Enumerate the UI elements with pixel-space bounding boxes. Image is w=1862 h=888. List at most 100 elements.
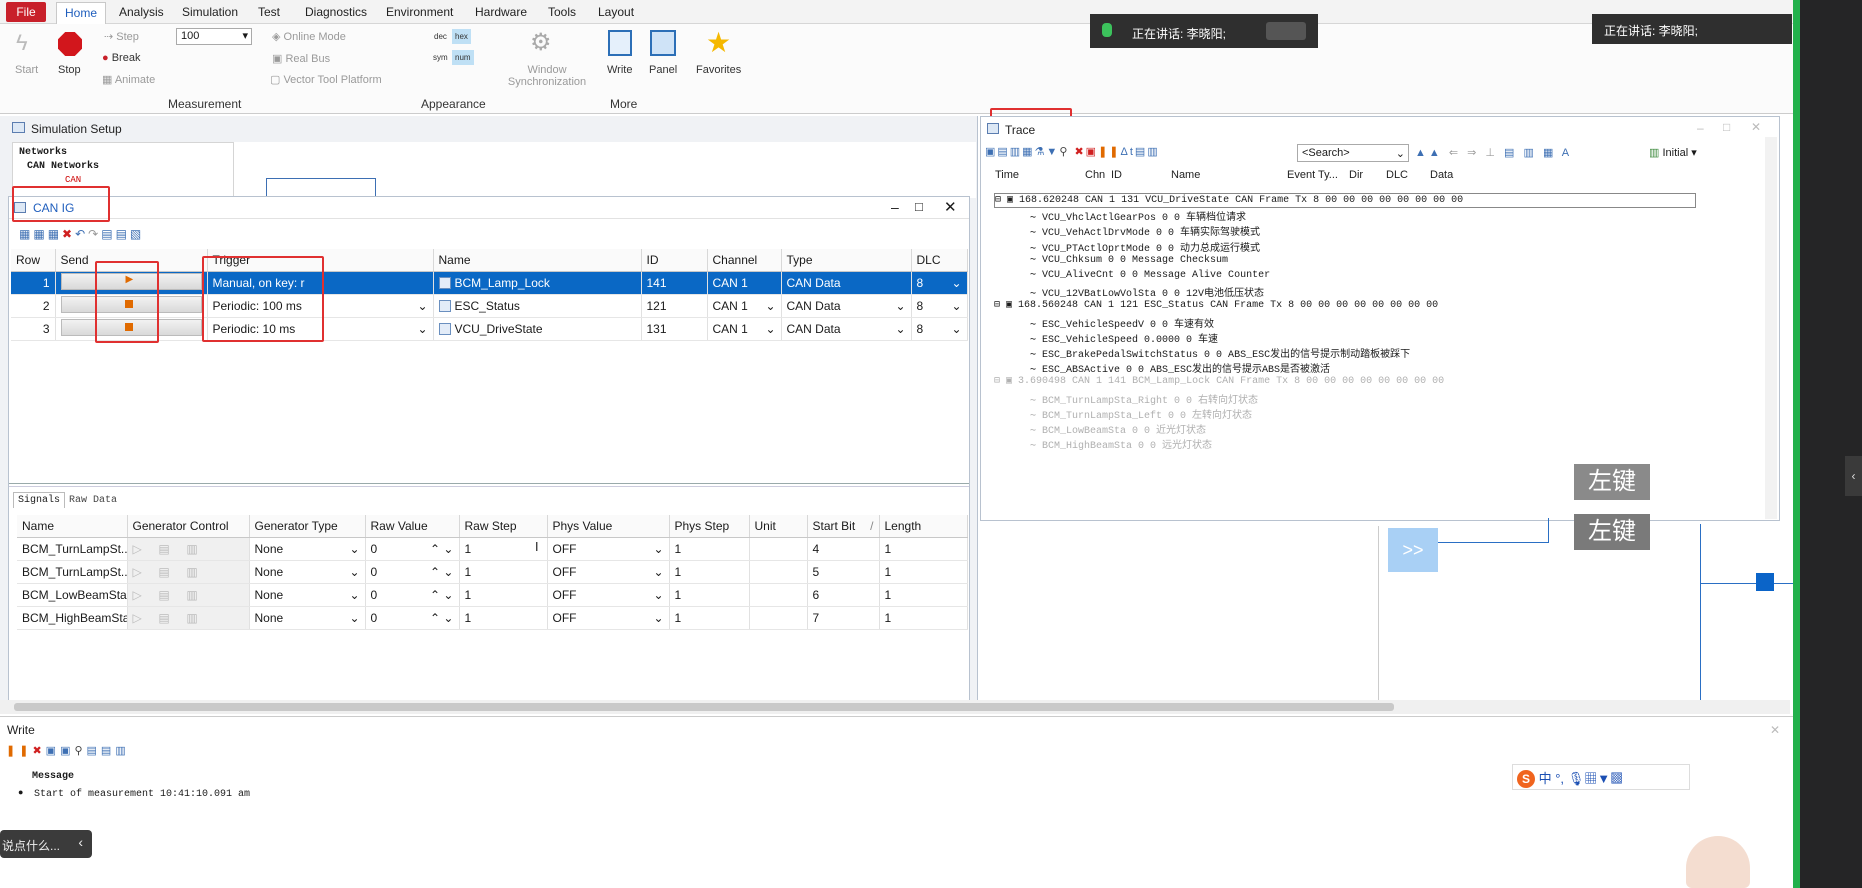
add-frame-icon[interactable]: ▦: [19, 227, 33, 241]
stop-button[interactable]: Stop: [58, 64, 81, 76]
real-bus-button[interactable]: ▣ Real Bus: [272, 52, 330, 65]
add-sequence-icon[interactable]: ▦: [33, 227, 47, 241]
table-row[interactable]: BCM_TurnLampSt... ▷ ▤ ▥ None ⌄ 0 ⌃ ⌄ 1 OFF…: [17, 560, 968, 584]
dlc-cell[interactable]: 8 ⌄: [911, 294, 968, 318]
dlc-cell[interactable]: 8 ⌄: [911, 317, 968, 341]
generator-type[interactable]: None ⌄: [249, 537, 366, 561]
minimize-icon[interactable]: –: [1697, 121, 1704, 135]
col-start-bit[interactable]: Start Bit /: [807, 515, 880, 538]
tab-simulation[interactable]: Simulation: [182, 5, 238, 19]
vector-tool-platform-button[interactable]: ▢ Vector Tool Platform: [270, 73, 382, 86]
col-time[interactable]: Time: [995, 169, 1019, 181]
raw-step[interactable]: 1: [459, 560, 548, 584]
layout-select[interactable]: ▥ Initial ▾: [1649, 146, 1697, 159]
scroll-thumb[interactable]: [14, 703, 1394, 711]
delete-icon[interactable]: ✖: [62, 227, 75, 241]
tab-signals[interactable]: Signals: [13, 492, 66, 508]
tab-tools[interactable]: Tools: [548, 5, 576, 19]
dlc-cell[interactable]: 8 ⌄: [911, 271, 968, 295]
find-icon[interactable]: ⚲: [1059, 146, 1069, 158]
id-cell[interactable]: 131: [641, 317, 708, 341]
horizontal-scrollbar[interactable]: [0, 700, 1790, 714]
trace-signal-row[interactable]: ∼ VCU_PTActlOprtMode 0 0 动力总成运行模式: [1030, 239, 1260, 255]
trace-signal-row[interactable]: ∼ BCM_LowBeamSta 0 0 近光灯状态: [1030, 421, 1206, 437]
start-button[interactable]: Start: [15, 64, 38, 76]
insert-icon[interactable]: ▦: [48, 227, 62, 241]
maximize-icon[interactable]: □: [1723, 120, 1730, 134]
tab-diagnostics[interactable]: Diagnostics: [305, 5, 367, 19]
message-column-header[interactable]: Message: [32, 771, 74, 782]
minimize-icon[interactable]: –: [891, 199, 899, 215]
col-dlc[interactable]: DLC: [911, 249, 968, 272]
tree-can[interactable]: CAN: [65, 175, 81, 185]
microphone-icon[interactable]: 🎙: [1568, 771, 1585, 786]
delete-icon[interactable]: ▣: [60, 745, 74, 757]
col-raw-step[interactable]: Raw Step: [459, 515, 548, 538]
options-icon[interactable]: ▧: [130, 227, 144, 241]
trace-signal-row[interactable]: ∼ BCM_HighBeamSta 0 0 远光灯状态: [1030, 436, 1212, 452]
raw-step[interactable]: 1: [459, 537, 548, 561]
bus-node[interactable]: [266, 178, 376, 198]
expand-button[interactable]: >>: [1388, 528, 1438, 572]
copy-icon[interactable]: ▤▤: [87, 745, 116, 757]
generator-type[interactable]: None ⌄: [249, 606, 366, 630]
type-cell[interactable]: CAN Data ⌄: [781, 294, 912, 318]
tab-layout[interactable]: Layout: [598, 5, 634, 19]
phys-value[interactable]: OFF ⌄: [547, 560, 670, 584]
col-dlc[interactable]: DLC: [1386, 169, 1408, 181]
trace-signal-row[interactable]: ∼ ESC_VehicleSpeedV 0 0 车速有效: [1030, 315, 1214, 331]
step-button[interactable]: ⇢ Step: [104, 30, 139, 43]
tab-file[interactable]: File: [6, 2, 46, 22]
col-data[interactable]: Data: [1430, 169, 1453, 181]
tab-raw-data[interactable]: Raw Data: [65, 493, 121, 508]
col-phys-value[interactable]: Phys Value: [547, 515, 670, 538]
view-icon[interactable]: ▤▥: [1135, 146, 1160, 158]
animate-button[interactable]: ▦ Animate: [102, 73, 155, 86]
clear-all-icon[interactable]: ▣: [46, 745, 60, 757]
ime-mode[interactable]: 中 °,: [1539, 771, 1564, 786]
clear-icon[interactable]: ✖: [32, 745, 45, 757]
tree-can-networks[interactable]: CAN Networks: [27, 161, 99, 172]
splitter[interactable]: [9, 483, 969, 487]
trace-search-input[interactable]: <Search> ⌄: [1297, 144, 1409, 162]
write-button[interactable]: Write: [607, 64, 632, 76]
speed-select[interactable]: 100 ▾: [176, 28, 252, 45]
pause-icon[interactable]: ❚❚: [6, 745, 32, 757]
settings-icon[interactable]: ▥: [115, 745, 129, 757]
col-generator-type[interactable]: Generator Type: [249, 515, 366, 538]
hex-button[interactable]: hex: [452, 29, 471, 44]
col-phys-step[interactable]: Phys Step: [669, 515, 750, 538]
delta-time-icon[interactable]: Δt: [1121, 146, 1135, 158]
table-row[interactable]: BCM_HighBeamSta ▷ ▤ ▥ None ⌄ 0 ⌃ ⌄ 1 OFF ⌄ …: [17, 606, 968, 630]
break-button[interactable]: ● Break: [102, 52, 140, 64]
trace-signal-row[interactable]: ∼ ESC_VehicleSpeed 0.0000 0 车速: [1030, 330, 1218, 346]
col-raw-value[interactable]: Raw Value: [365, 515, 460, 538]
col-sig-name[interactable]: Name: [17, 515, 128, 538]
col-name[interactable]: Name: [1171, 169, 1200, 181]
id-cell[interactable]: 141: [641, 271, 708, 295]
tab-environment[interactable]: Environment: [386, 5, 453, 19]
spin-icon[interactable]: ⌃ ⌄: [430, 611, 453, 625]
col-name[interactable]: Name: [433, 249, 642, 272]
col-channel[interactable]: Channel: [707, 249, 782, 272]
trace-signal-row[interactable]: ∼ VCU_12VBatLowVolSta 0 0 12V电池低压状态: [1030, 284, 1264, 300]
phys-value[interactable]: OFF ⌄: [547, 606, 670, 630]
spin-icon[interactable]: ⌃ ⌄: [430, 542, 453, 556]
redo-icon[interactable]: ↷: [88, 227, 101, 241]
raw-step[interactable]: 1: [459, 606, 548, 630]
close-icon[interactable]: ✕: [944, 198, 957, 216]
col-id[interactable]: ID: [641, 249, 708, 272]
trace-scrollbar[interactable]: [1765, 137, 1777, 519]
export-icon[interactable]: ▤: [116, 227, 130, 241]
phys-value[interactable]: OFF Ⅰ ⌄: [535, 537, 670, 561]
tab-analysis[interactable]: Analysis: [119, 5, 164, 19]
trace-signal-row[interactable]: ∼ ESC_ABSActive 0 0 ABS_ESC发出的信号提示ABS是否被…: [1030, 360, 1330, 376]
type-cell[interactable]: CAN Data: [781, 271, 912, 295]
toolbox-icon[interactable]: ▩: [1610, 771, 1623, 786]
phys-step[interactable]: 1: [669, 606, 750, 630]
spin-icon[interactable]: ⌃ ⌄: [430, 565, 453, 579]
channel-cell[interactable]: CAN 1 ⌄: [707, 294, 782, 318]
import-icon[interactable]: ▤: [101, 227, 115, 241]
col-type[interactable]: Type: [781, 249, 912, 272]
table-row[interactable]: BCM_LowBeamSta ▷ ▤ ▥ None ⌄ 0 ⌃ ⌄ 1 OFF ⌄ 1…: [17, 583, 968, 607]
